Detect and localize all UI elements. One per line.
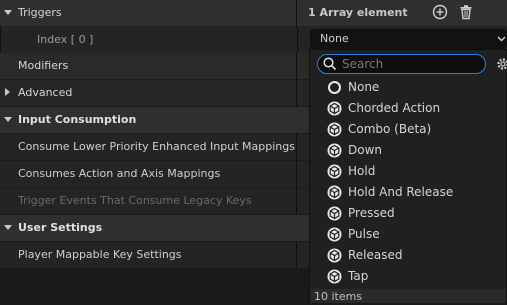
class-blueprint-icon bbox=[327, 101, 342, 116]
list-item-label: Pulse bbox=[348, 224, 380, 245]
class-blueprint-icon bbox=[327, 269, 342, 284]
list-item-label: Hold bbox=[348, 161, 375, 182]
triggers-label: Triggers bbox=[18, 0, 62, 26]
expand-arrow-icon[interactable] bbox=[4, 117, 12, 122]
list-item-label: Combo (Beta) bbox=[348, 119, 431, 140]
search-box[interactable] bbox=[317, 54, 486, 74]
list-item-hold[interactable]: Hold bbox=[310, 161, 506, 182]
combo-selected-value: None bbox=[320, 29, 349, 49]
trigger-events-name-cell: Trigger Events That Consume Legacy Keys bbox=[0, 188, 297, 214]
item-count-footer: 10 items bbox=[310, 289, 506, 303]
player-mappable-label: Player Mappable Key Settings bbox=[18, 242, 182, 268]
index-name-cell: Index [ 0 ] bbox=[0, 26, 298, 53]
consume-lower-name-cell: Consume Lower Priority Enhanced Input Ma… bbox=[0, 134, 297, 160]
list-item-tap[interactable]: Tap bbox=[310, 266, 506, 287]
list-item-released[interactable]: Released bbox=[310, 245, 506, 266]
class-blueprint-icon bbox=[327, 143, 342, 158]
class-blueprint-icon bbox=[327, 227, 342, 242]
trigger-events-label: Trigger Events That Consume Legacy Keys bbox=[18, 188, 252, 214]
list-item-label: Chorded Action bbox=[348, 98, 440, 119]
class-blueprint-icon bbox=[327, 206, 342, 221]
add-element-icon[interactable] bbox=[432, 4, 448, 20]
input-consumption-name-cell: Input Consumption bbox=[0, 107, 296, 133]
array-element-count: 1 Array element bbox=[308, 0, 408, 26]
expand-arrow-icon[interactable] bbox=[4, 225, 12, 230]
list-item-down[interactable]: Down bbox=[310, 140, 506, 161]
consumes-action-name-cell: Consumes Action and Axis Mappings bbox=[0, 161, 297, 187]
triggers-row[interactable]: Triggers 1 Array element bbox=[0, 0, 507, 26]
search-icon bbox=[323, 57, 337, 71]
class-blueprint-icon bbox=[327, 122, 342, 137]
list-item-label: Hold And Release bbox=[348, 182, 453, 203]
expand-arrow-icon[interactable] bbox=[4, 10, 12, 15]
list-item-pulse[interactable]: Pulse bbox=[310, 224, 506, 245]
trigger-class-combo[interactable]: None bbox=[310, 29, 507, 49]
list-item-none[interactable]: None bbox=[310, 77, 506, 98]
modifiers-name-cell: Modifiers bbox=[0, 53, 297, 79]
list-item-label: Pressed bbox=[348, 203, 395, 224]
search-input[interactable] bbox=[342, 56, 482, 72]
user-settings-label: User Settings bbox=[18, 215, 102, 241]
user-settings-name-cell: User Settings bbox=[0, 215, 296, 241]
list-item-pressed[interactable]: Pressed bbox=[310, 203, 506, 224]
index-label: Index [ 0 ] bbox=[37, 26, 93, 53]
modifiers-label: Modifiers bbox=[18, 53, 68, 79]
list-item-label: Down bbox=[348, 140, 382, 161]
class-blueprint-icon bbox=[327, 248, 342, 263]
consume-lower-label: Consume Lower Priority Enhanced Input Ma… bbox=[18, 134, 295, 160]
list-item-label: Tap bbox=[348, 266, 368, 287]
chevron-down-icon[interactable] bbox=[497, 35, 506, 43]
collapse-arrow-icon[interactable] bbox=[5, 88, 10, 96]
list-item-hold-and-release[interactable]: Hold And Release bbox=[310, 182, 506, 203]
triggers-name-cell: Triggers bbox=[0, 0, 297, 26]
list-item-chorded-action[interactable]: Chorded Action bbox=[310, 98, 506, 119]
list-item-label: Released bbox=[348, 245, 403, 266]
gear-icon[interactable] bbox=[495, 56, 507, 72]
advanced-name-cell: Advanced bbox=[0, 80, 297, 106]
list-item-label: None bbox=[348, 77, 379, 98]
class-picker-dropdown: None Chorded Action Combo (Beta) Down Ho… bbox=[309, 49, 507, 303]
player-mappable-name-cell: Player Mappable Key Settings bbox=[0, 242, 297, 268]
ring-icon bbox=[327, 80, 342, 95]
advanced-label: Advanced bbox=[18, 80, 72, 106]
trash-icon[interactable] bbox=[458, 4, 474, 20]
consumes-action-label: Consumes Action and Axis Mappings bbox=[18, 161, 220, 187]
triggers-value-cell: 1 Array element bbox=[297, 0, 507, 26]
input-consumption-label: Input Consumption bbox=[18, 107, 136, 133]
class-blueprint-icon bbox=[327, 164, 342, 179]
list-item-combo-beta[interactable]: Combo (Beta) bbox=[310, 119, 506, 140]
class-blueprint-icon bbox=[327, 185, 342, 200]
